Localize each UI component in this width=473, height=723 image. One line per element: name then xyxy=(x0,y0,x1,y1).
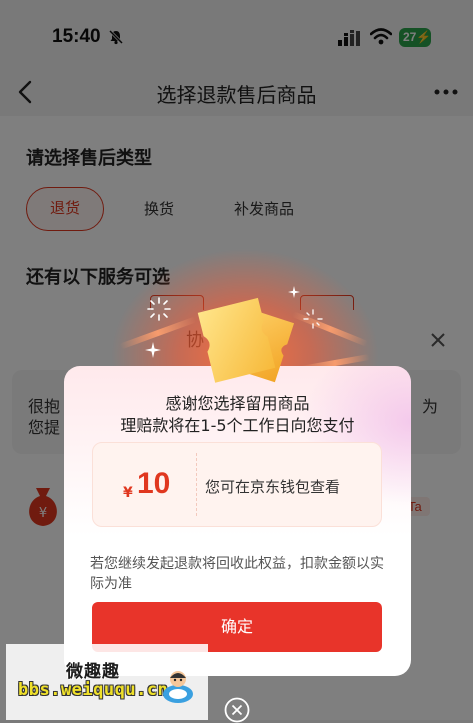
refund-notice: 若您继续发起退款将回收此权益，扣款金额以实际为准 xyxy=(90,556,384,592)
mascot-icon xyxy=(163,671,193,703)
reward-note: 您可在京东钱包查看 xyxy=(205,478,341,496)
sparkle-icon xyxy=(288,286,300,298)
card-divider xyxy=(196,453,197,516)
reward-modal: 感谢您选择留用商品 理赔款将在1-5个工作日向您支付 ¥ 10 您可在京东钱包查… xyxy=(64,366,411,676)
modal-title: 感谢您选择留用商品 xyxy=(165,394,310,413)
reward-card: ¥ 10 您可在京东钱包查看 xyxy=(92,442,382,527)
sparkle-icon xyxy=(145,342,161,358)
watermark-title: 微趣趣 xyxy=(66,662,120,682)
watermark-url: bbs.weiququ.cn xyxy=(18,680,169,700)
modal-subtitle: 理赔款将在1-5个工作日向您支付 xyxy=(120,416,355,435)
sparkle-icon xyxy=(303,309,323,329)
sparkle-icon xyxy=(147,297,171,321)
ticket-icon xyxy=(197,297,295,383)
currency-symbol: ¥ xyxy=(123,485,133,501)
reward-amount: 10 xyxy=(137,467,171,500)
close-icon[interactable] xyxy=(224,697,250,723)
